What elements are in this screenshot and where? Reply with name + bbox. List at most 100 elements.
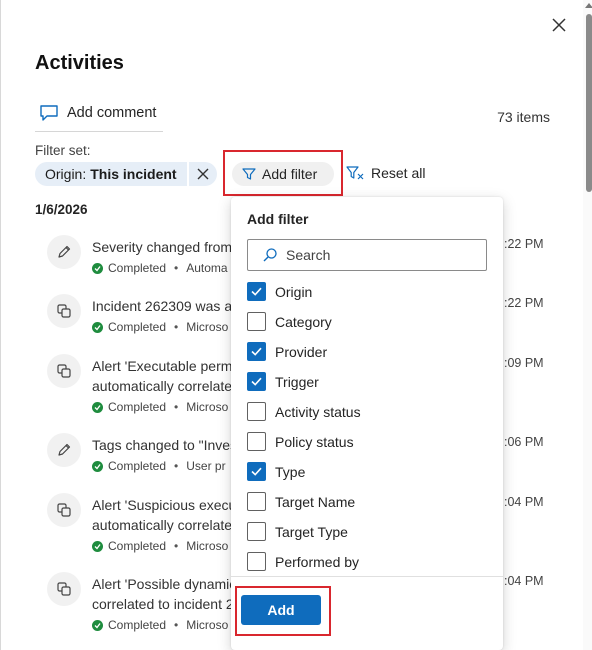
activity-source: Microso	[186, 400, 229, 414]
search-placeholder: Search	[286, 247, 331, 263]
check-icon	[92, 460, 103, 472]
activity-status: Completed	[108, 400, 167, 414]
filter-option-type[interactable]: Type	[247, 462, 305, 481]
highlight-box-add-filter	[223, 150, 343, 196]
activity-status: Completed	[108, 261, 167, 275]
activity-meta: Completed • Microso	[92, 400, 242, 414]
checkbox[interactable]	[247, 432, 266, 451]
check-icon	[92, 401, 103, 413]
check-icon	[92, 619, 103, 631]
reset-all-button[interactable]: Reset all	[346, 165, 425, 181]
filter-option-origin[interactable]: Origin	[247, 282, 312, 301]
items-count: 73 items	[497, 109, 550, 125]
filter-option-target-name[interactable]: Target Name	[247, 492, 355, 511]
option-label: Trigger	[275, 373, 319, 390]
correlate-icon	[57, 503, 71, 517]
option-label: Category	[275, 313, 332, 330]
filter-chip-value: This incident	[90, 166, 177, 182]
activity-title: Tags changed to "Inves	[92, 437, 238, 453]
activity-title: Severity changed from	[92, 239, 233, 255]
check-icon	[92, 321, 103, 333]
activity-source: User pr	[186, 459, 226, 473]
activity-title: Incident 262309 was au	[92, 298, 240, 314]
filter-option-category[interactable]: Category	[247, 312, 332, 331]
activity-icon	[47, 572, 81, 606]
activity-meta: Completed • Microso	[92, 618, 242, 632]
checkbox[interactable]	[247, 522, 266, 541]
date-heading: 1/6/2026	[35, 202, 88, 217]
scrollbar-thumb[interactable]	[586, 14, 592, 192]
option-label: Origin	[275, 283, 313, 300]
activity-source: Microso	[186, 618, 229, 632]
activity-title: Alert 'Possible dynamic correlated to in…	[92, 576, 237, 612]
activity-time: :09 PM	[504, 356, 544, 370]
checkbox[interactable]	[247, 402, 266, 421]
activity-time: :06 PM	[504, 435, 544, 449]
activity-meta: Completed • Microso	[92, 539, 242, 553]
activity-status: Completed	[108, 618, 167, 632]
filter-reset-icon	[346, 166, 364, 180]
filter-search-input[interactable]: Search	[247, 239, 487, 271]
reset-all-label: Reset all	[371, 165, 426, 181]
filter-option-policy-status[interactable]: Policy status	[247, 432, 354, 451]
divider	[35, 131, 163, 132]
activity-icon	[47, 354, 81, 388]
close-button[interactable]	[550, 16, 568, 34]
filter-option-activity-status[interactable]: Activity status	[247, 402, 361, 421]
filter-option-target-type[interactable]: Target Type	[247, 522, 348, 541]
dropdown-heading: Add filter	[247, 211, 309, 227]
check-icon	[92, 540, 103, 552]
activity-title: Alert 'Executable perm automatically cor…	[92, 358, 233, 394]
divider	[231, 576, 503, 577]
checkmark-icon	[251, 347, 262, 356]
add-comment-button[interactable]: Add comment	[39, 104, 156, 122]
activity-source: Automa	[186, 261, 228, 275]
scroll-up-arrow-icon[interactable]	[585, 3, 592, 8]
activity-status: Completed	[108, 459, 167, 473]
filter-option-provider[interactable]: Provider	[247, 342, 327, 361]
activity-source: Microso	[186, 320, 229, 334]
checkbox[interactable]	[247, 282, 266, 301]
close-icon	[552, 18, 566, 32]
option-label: Performed by	[275, 553, 360, 570]
activity-title: Alert 'Suspicious execu automatically co…	[92, 497, 237, 533]
activity-icon	[47, 433, 81, 467]
activity-time: :04 PM	[504, 574, 544, 588]
search-icon	[263, 248, 277, 262]
activity-time: :04 PM	[504, 495, 544, 509]
activity-icon	[47, 235, 81, 269]
option-label: Activity status	[275, 403, 361, 420]
activity-status: Completed	[108, 539, 167, 553]
filter-option-trigger[interactable]: Trigger	[247, 372, 319, 391]
activity-time: :22 PM	[504, 237, 544, 251]
checkbox[interactable]	[247, 462, 266, 481]
filter-chip-key: Origin:	[45, 166, 87, 182]
activity-source: Microso	[186, 539, 229, 553]
correlate-icon	[57, 582, 71, 596]
option-label: Type	[275, 463, 306, 480]
option-label: Target Name	[275, 493, 356, 510]
highlight-box-add	[235, 586, 331, 636]
activity-icon	[47, 493, 81, 527]
filter-chip-label[interactable]: Origin: This incident	[35, 162, 187, 186]
filter-chip-origin: Origin: This incident	[35, 162, 217, 186]
checkmark-icon	[251, 377, 262, 386]
comment-add-icon	[40, 105, 58, 121]
activity-time: :22 PM	[504, 296, 544, 310]
pencil-icon	[58, 443, 71, 456]
activity-icon	[47, 294, 81, 328]
checkbox[interactable]	[247, 312, 266, 331]
checkbox[interactable]	[247, 552, 266, 571]
filter-option-performed-by[interactable]: Performed by	[247, 552, 359, 571]
checkbox[interactable]	[247, 372, 266, 391]
activity-status: Completed	[108, 320, 167, 334]
checkbox[interactable]	[247, 342, 266, 361]
pencil-icon	[58, 245, 71, 258]
checkmark-icon	[251, 467, 262, 476]
remove-filter-button[interactable]	[188, 162, 217, 186]
checkmark-icon	[251, 287, 262, 296]
correlate-icon	[57, 304, 71, 318]
activity-meta: Completed • Automa	[92, 261, 242, 275]
checkbox[interactable]	[247, 492, 266, 511]
option-label: Target Type	[275, 523, 348, 540]
